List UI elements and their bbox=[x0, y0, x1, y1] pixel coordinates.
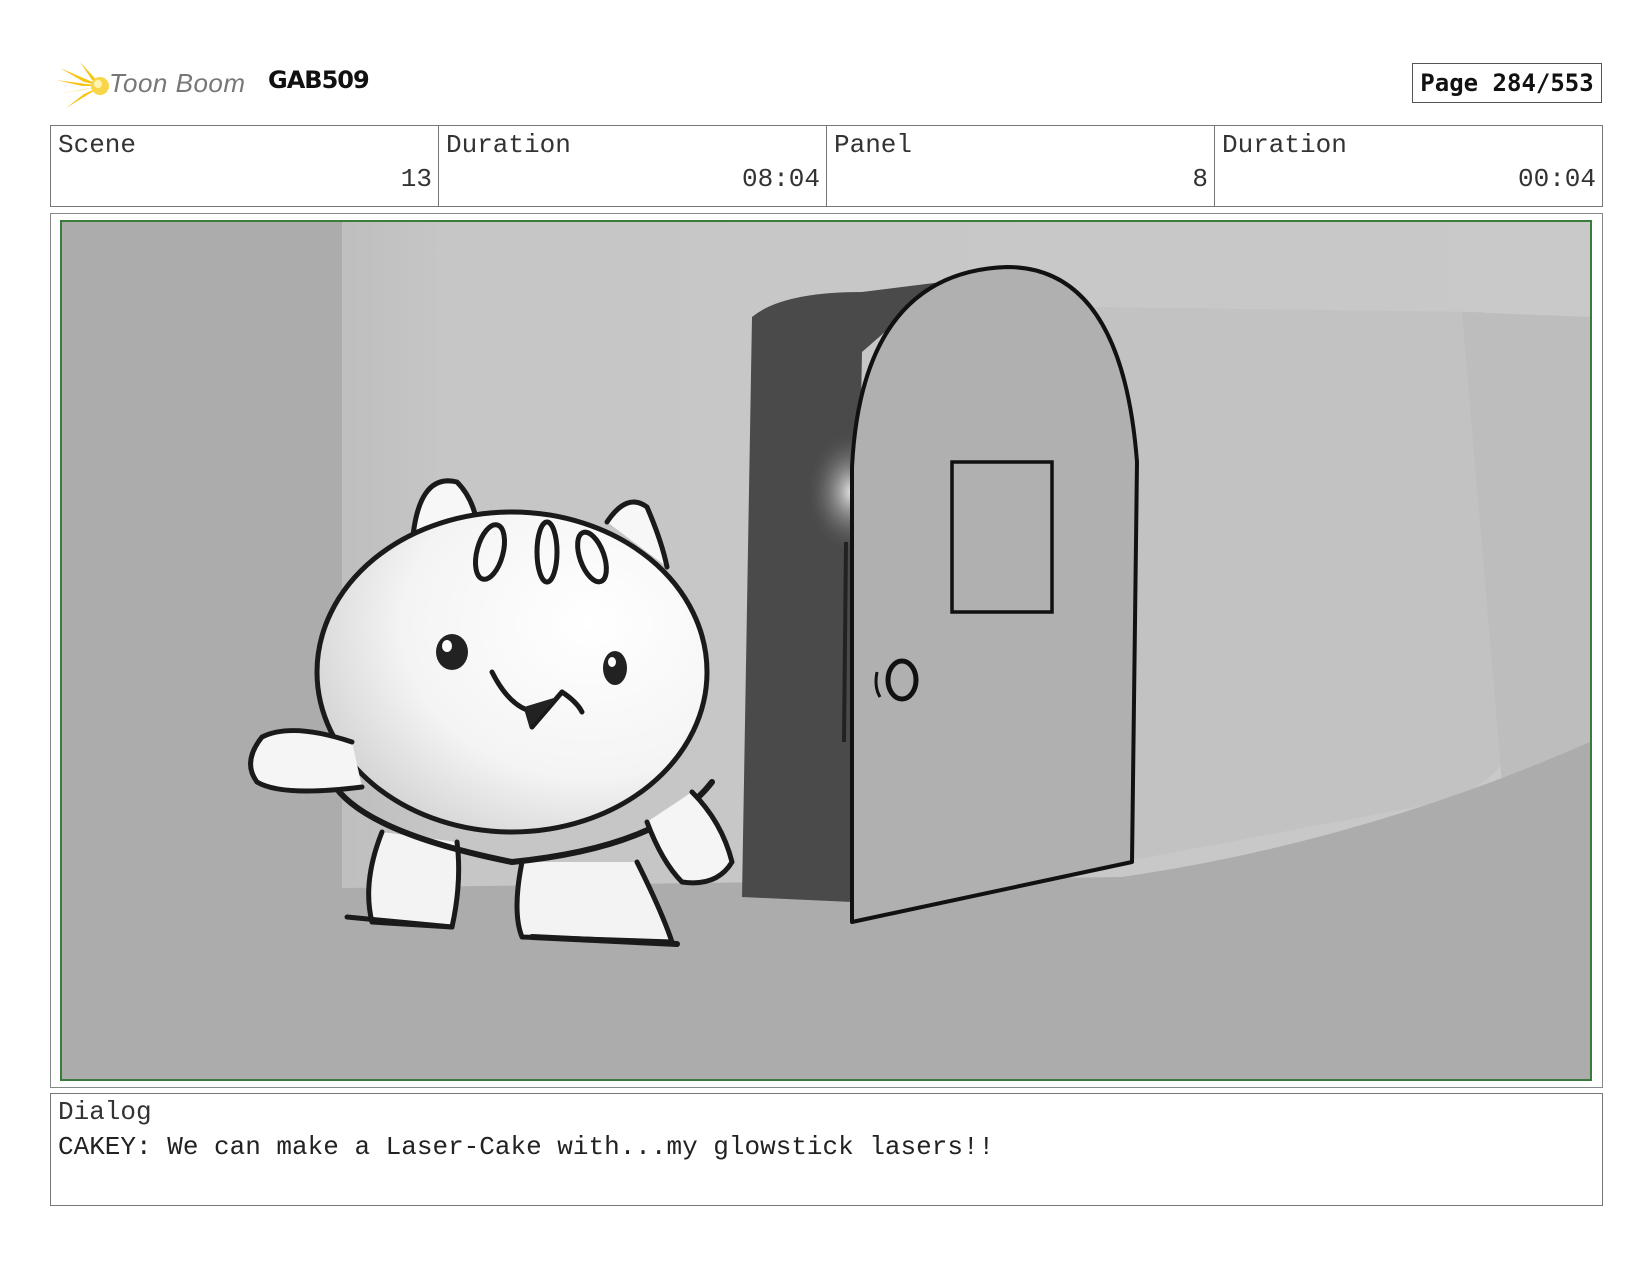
scene-label: Scene bbox=[58, 130, 137, 160]
panel-duration-value: 00:04 bbox=[1517, 164, 1596, 194]
toon-boom-logo: Toon Boom bbox=[54, 58, 254, 112]
storyboard-panel bbox=[60, 220, 1592, 1081]
info-row: Scene 13 Duration 08:04 Panel 8 Duration… bbox=[50, 125, 1603, 207]
starburst-icon bbox=[56, 62, 109, 108]
counter-shape bbox=[1092, 307, 1512, 862]
project-code: GAB509 bbox=[268, 66, 370, 94]
dialog-text: CAKEY: We can make a Laser-Cake with...m… bbox=[58, 1132, 995, 1162]
scene-duration-label: Duration bbox=[446, 130, 571, 160]
dialog-box: Dialog CAKEY: We can make a Laser-Cake w… bbox=[50, 1093, 1603, 1206]
scene-cell: Scene 13 bbox=[51, 126, 439, 206]
scene-value: 13 bbox=[400, 164, 432, 194]
page-indicator: Page 284/553 bbox=[1412, 63, 1602, 103]
page-label: Page 284/553 bbox=[1420, 69, 1594, 97]
panel-label: Panel bbox=[834, 130, 913, 160]
storyboard-sketch bbox=[62, 222, 1590, 1079]
scene-duration-value: 08:04 bbox=[741, 164, 820, 194]
panel-duration-label: Duration bbox=[1222, 130, 1347, 160]
logo-text: Toon Boom bbox=[109, 68, 246, 98]
wall-shadow-left bbox=[62, 222, 342, 922]
scene-duration-cell: Duration 08:04 bbox=[439, 126, 827, 206]
dialog-label: Dialog bbox=[58, 1097, 152, 1127]
panel-duration-cell: Duration 00:04 bbox=[1215, 126, 1602, 206]
panel-cell: Panel 8 bbox=[827, 126, 1215, 206]
door-window bbox=[950, 460, 1054, 614]
panel-value: 8 bbox=[1192, 164, 1208, 194]
